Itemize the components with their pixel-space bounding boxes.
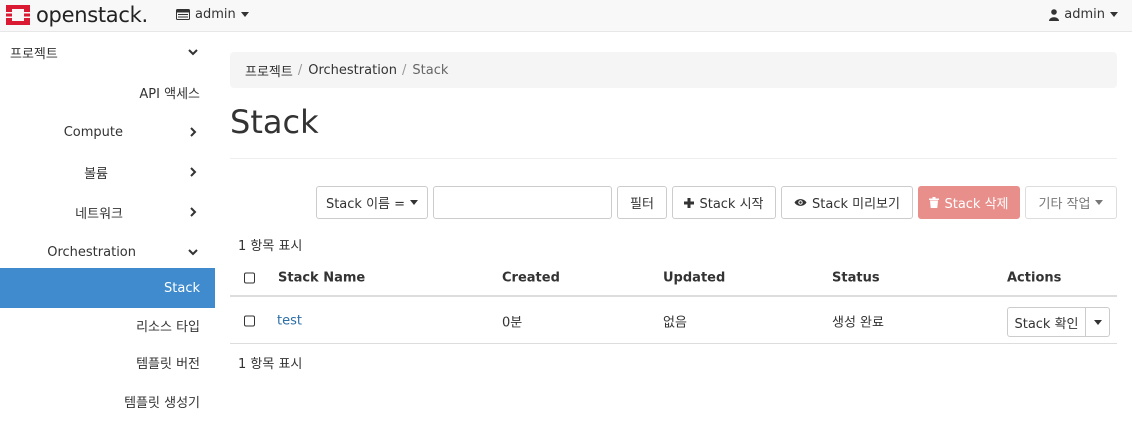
chevron-down-icon [188, 49, 198, 56]
check-stack-button[interactable]: Stack 확인 [1007, 307, 1086, 337]
stack-updated: 없음 [663, 315, 687, 331]
sidebar-item-template-versions[interactable]: 템플릿 버전 [0, 342, 215, 382]
more-actions-label: 기타 작업 [1038, 197, 1091, 212]
more-actions-button[interactable]: 기타 작업 [1025, 186, 1117, 219]
openstack-logo-icon [6, 5, 30, 25]
user-name: admin [1064, 7, 1105, 22]
table-header: Stack Name Created Updated Status Action… [230, 261, 1117, 297]
sidebar-item-template-generator[interactable]: 템플릿 생성기 [0, 381, 215, 421]
brand[interactable]: openstack. [4, 3, 148, 27]
row-actions: Stack 확인 [1007, 307, 1110, 337]
launch-stack-button[interactable]: Stack 시작 [672, 186, 776, 219]
sidebar-item-label: Compute [63, 124, 123, 140]
caret-down-icon [240, 12, 249, 17]
stack-created: 0분 [502, 315, 523, 331]
chevron-down-icon [188, 249, 198, 256]
column-header-stack-name[interactable]: Stack Name [278, 271, 365, 286]
chevron-right-icon [190, 167, 197, 177]
caret-down-icon [410, 200, 419, 205]
column-header-status[interactable]: Status [832, 271, 880, 286]
sidebar-item-resource-types[interactable]: 리소스 타입 [0, 305, 215, 345]
sidebar-item-label: API 액세스 [139, 86, 200, 102]
sidebar-item-label: 볼륨 [84, 166, 108, 182]
top-navbar: openstack. admin admin [0, 0, 1132, 32]
breadcrumb: 프로젝트 / Orchestration / Stack [230, 52, 1117, 88]
preview-stack-label: Stack 미리보기 [812, 197, 900, 212]
chevron-right-icon [190, 127, 197, 137]
stack-name-link[interactable]: test [277, 314, 302, 329]
filter-field-label: Stack 이름 = [325, 197, 406, 212]
sidebar-item-label: Orchestration [47, 244, 136, 260]
breadcrumb-item-project[interactable]: 프로젝트 [245, 61, 293, 80]
sidebar-item-api-access[interactable]: API 액세스 [0, 72, 215, 112]
page-title: Stack [230, 103, 319, 141]
sidebar-item-label: 템플릿 버전 [136, 356, 200, 372]
filter-field-select[interactable]: Stack 이름 = [316, 186, 428, 219]
user-menu[interactable]: admin [1049, 7, 1118, 22]
sidebar-item-orchestration[interactable]: Orchestration [0, 232, 215, 272]
row-checkbox[interactable] [244, 315, 255, 327]
breadcrumb-item-orchestration[interactable]: Orchestration [308, 63, 397, 78]
table-row: test 0분 없음 생성 완료 Stack 확인 [230, 299, 1117, 344]
select-all-checkbox[interactable] [244, 272, 255, 284]
sidebar-item-project[interactable]: 프로젝트 [0, 32, 215, 72]
plus-icon [684, 197, 695, 208]
caret-down-icon [1093, 319, 1102, 325]
delete-stack-button[interactable]: Stack 삭제 [918, 186, 1020, 219]
project-selector[interactable]: admin [176, 7, 249, 22]
breadcrumb-separator: / [402, 62, 407, 78]
eye-icon [794, 199, 807, 206]
breadcrumb-item-current: Stack [412, 62, 449, 78]
user-icon [1049, 8, 1060, 21]
launch-stack-label: Stack 시작 [699, 197, 764, 212]
sidebar-item-label: Stack [164, 280, 200, 296]
delete-stack-label: Stack 삭제 [944, 197, 1009, 212]
breadcrumb-separator: / [297, 62, 303, 78]
caret-down-icon [1095, 200, 1104, 205]
stack-status: 생성 완료 [832, 315, 884, 331]
title-divider [230, 158, 1117, 159]
sidebar-item-network[interactable]: 네트워크 [0, 192, 215, 232]
trash-icon [929, 197, 940, 208]
filter-input[interactable] [433, 186, 612, 219]
sidebar-item-label: 네트워크 [75, 206, 123, 222]
brand-name: openstack. [36, 3, 148, 27]
sidebar-item-label: 템플릿 생성기 [124, 395, 200, 411]
filter-button[interactable]: 필터 [617, 186, 667, 219]
sidebar: 프로젝트 API 액세스 Compute 볼륨 네트워크 Orchestrati… [0, 32, 215, 423]
column-header-created[interactable]: Created [502, 271, 560, 286]
row-actions-dropdown[interactable] [1086, 307, 1110, 337]
item-count-top: 1 항목 표시 [238, 239, 303, 254]
preview-stack-button[interactable]: Stack 미리보기 [781, 186, 913, 219]
column-header-updated[interactable]: Updated [663, 271, 725, 286]
project-icon [176, 9, 190, 20]
column-header-actions: Actions [1007, 270, 1062, 286]
sidebar-item-compute[interactable]: Compute [0, 112, 215, 152]
sidebar-item-volumes[interactable]: 볼륨 [0, 152, 215, 192]
project-name: admin [195, 7, 236, 22]
caret-down-icon [1110, 12, 1118, 17]
sidebar-item-stack[interactable]: Stack [0, 268, 215, 308]
item-count-bottom: 1 항목 표시 [238, 357, 303, 372]
sidebar-item-label: 리소스 타입 [136, 319, 200, 335]
chevron-right-icon [190, 207, 197, 217]
sidebar-item-label: 프로젝트 [10, 46, 58, 62]
